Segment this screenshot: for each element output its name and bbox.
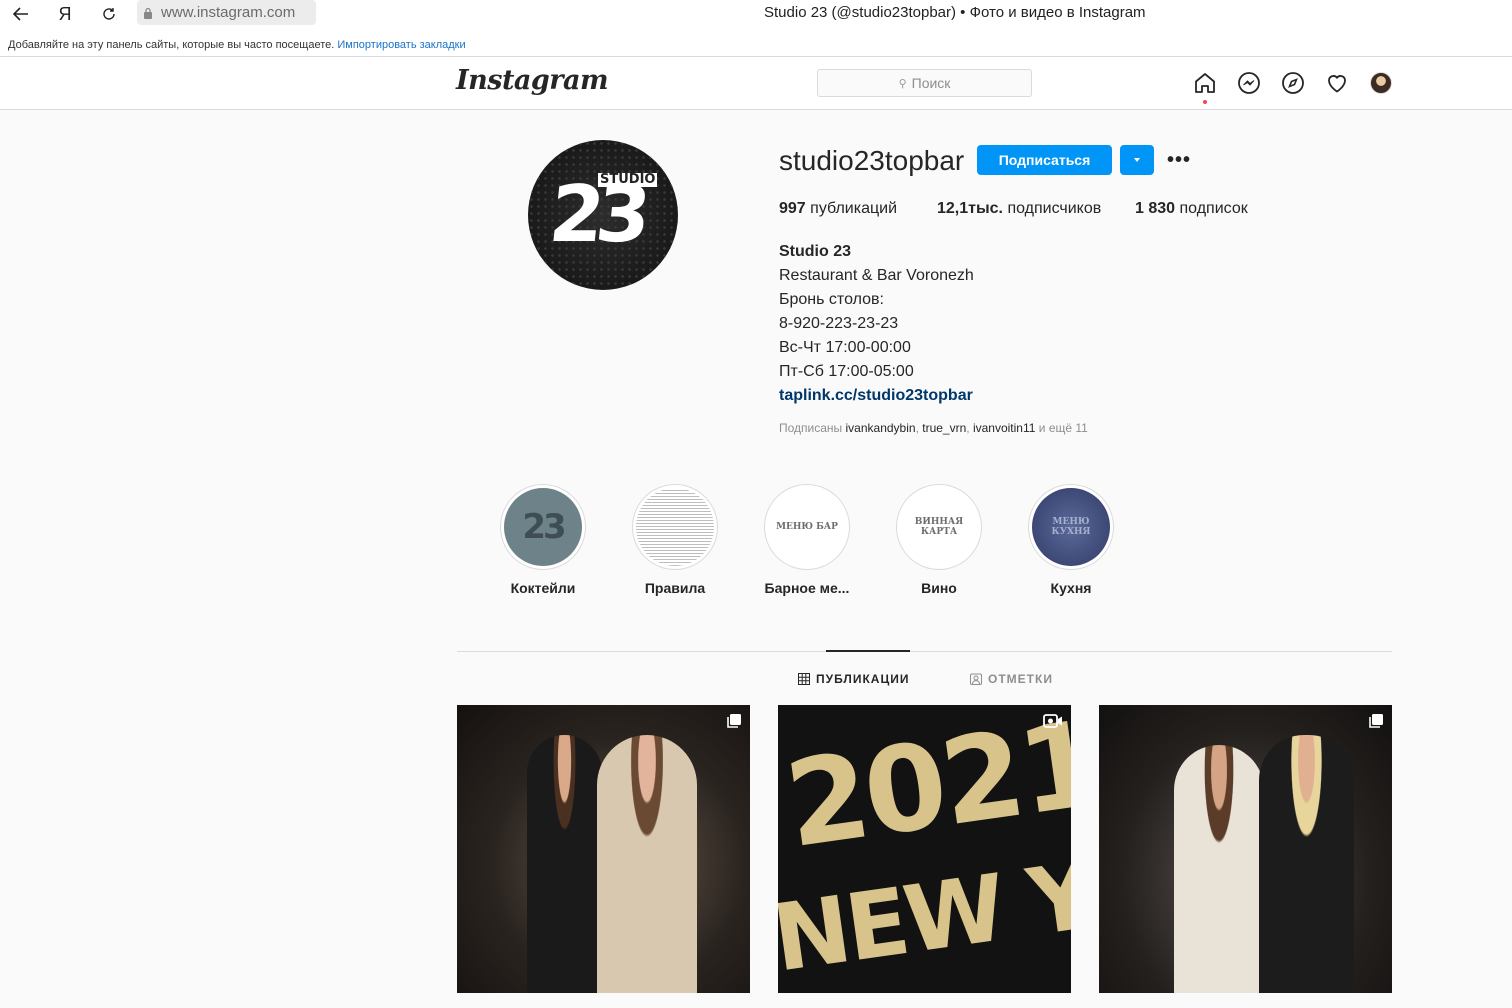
followed-by-user: ivanvoitin11 (972, 421, 1036, 435)
followed-by-suffix: и ещё 11 (1038, 421, 1088, 435)
followed-by-user: true_vrn (922, 421, 967, 435)
tabs-divider (457, 651, 1392, 652)
bio-line: Бронь столов: (779, 291, 884, 308)
user-avatar[interactable] (1370, 72, 1392, 94)
highlight-cover: МЕНЮ КУХНЯ (1032, 488, 1110, 566)
following-value: 1 830 (1135, 200, 1176, 217)
bio-line: 8-920-223-23-23 (779, 315, 899, 332)
yandex-button[interactable]: Я (52, 3, 78, 25)
highlight-cover: ВИННАЯ КАРТА (900, 488, 978, 566)
highlight-label: Правила (644, 580, 706, 596)
highlight-label: Коктейли (510, 580, 576, 596)
bookmarks-bar: Добавляйте на эту панель сайты, которые … (0, 34, 1512, 56)
post-figure (1259, 735, 1354, 993)
following-label: подписок (1179, 200, 1248, 217)
carousel-icon (1369, 714, 1383, 728)
highlight-ring: МЕНЮ КУХНЯ (1028, 484, 1114, 570)
suggestions-dropdown-button[interactable] (1120, 145, 1154, 175)
highlight-ring: ВИННАЯ КАРТА (896, 484, 982, 570)
home-icon[interactable] (1193, 71, 1217, 95)
import-bookmarks-link[interactable]: Импортировать закладки (337, 39, 465, 51)
post-figure (597, 735, 697, 993)
reload-button[interactable] (96, 3, 122, 25)
carousel-icon (727, 714, 741, 728)
followed-by[interactable]: Подписаны ivankandybin, true_vrn, ivanvo… (779, 421, 1088, 435)
tab-label: ПУБЛИКАЦИИ (816, 672, 910, 686)
active-tab-indicator (826, 650, 910, 652)
bio-link[interactable]: taplink.cc/studio23topbar (779, 384, 974, 408)
following-count[interactable]: 1 830 подписок (1135, 200, 1248, 218)
search-icon: ⚲ (898, 77, 907, 90)
highlight-cocktails[interactable]: 23 Коктейли (478, 484, 608, 596)
highlight-cover: 23 (504, 488, 582, 566)
page-title: Studio 23 (@studio23topbar) • Фото и вид… (764, 4, 1146, 21)
posts-count: 997 публикаций (779, 200, 897, 218)
lock-icon (144, 7, 152, 19)
instagram-header: Instagram ⚲ Поиск (0, 56, 1512, 110)
bookmarks-hint: Добавляйте на эту панель сайты, которые … (8, 39, 335, 51)
followers-count[interactable]: 12,1тыс. подписчиков (937, 200, 1101, 218)
profile-username: studio23topbar (779, 145, 965, 176)
post-thumbnail[interactable]: 2021 NEW YEA (778, 705, 1071, 993)
video-icon (1043, 714, 1062, 728)
instagram-logo[interactable]: Instagram (456, 65, 609, 96)
avatar-word: STUDIO (598, 172, 658, 187)
heart-icon[interactable] (1325, 71, 1349, 95)
url-text: www.instagram.com (161, 4, 296, 21)
reload-icon (103, 8, 115, 20)
post-figure (1174, 745, 1264, 993)
notification-dot (1203, 100, 1207, 104)
followers-value: 12,1тыс. (937, 200, 1003, 217)
highlight-label: Барное ме... (764, 580, 850, 596)
grid-icon (798, 673, 810, 685)
bio-name: Studio 23 (779, 243, 852, 260)
highlight-rules[interactable]: Правила (610, 484, 740, 596)
highlight-ring: МЕНЮ БАР (764, 484, 850, 570)
highlight-kitchen[interactable]: МЕНЮ КУХНЯ Кухня (1006, 484, 1136, 596)
tab-tagged[interactable]: ОТМЕТКИ (970, 672, 1053, 686)
highlight-ring: 23 (500, 484, 586, 570)
more-options-icon[interactable]: ••• (1166, 149, 1192, 171)
profile-avatar[interactable]: 23 STUDIO (528, 140, 678, 290)
search-placeholder: Поиск (911, 75, 951, 91)
followed-by-user: ivankandybin (845, 421, 916, 435)
profile-bio: Studio 23 Restaurant & Bar Voronezh Брон… (779, 240, 974, 408)
post-figure (527, 735, 602, 993)
highlight-cover: МЕНЮ БАР (768, 488, 846, 566)
arrow-left-icon (13, 7, 28, 21)
tab-label: ОТМЕТКИ (988, 672, 1053, 686)
explore-icon[interactable] (1281, 71, 1305, 95)
search-input[interactable]: ⚲ Поиск (817, 69, 1032, 97)
post-text: 2021 (778, 705, 1071, 875)
bio-line: Restaurant & Bar Voronezh (779, 267, 974, 284)
highlight-cover (636, 488, 714, 566)
highlight-wine[interactable]: ВИННАЯ КАРТА Вино (874, 484, 1004, 596)
highlight-ring (632, 484, 718, 570)
highlight-label: Вино (921, 580, 957, 596)
chevron-down-icon (1134, 158, 1140, 162)
followers-label: подписчиков (1007, 200, 1102, 217)
post-thumbnail[interactable] (457, 705, 750, 993)
messenger-icon[interactable] (1237, 71, 1261, 95)
address-bar[interactable]: www.instagram.com (137, 0, 316, 25)
bio-line: Вс-Чт 17:00-00:00 (779, 339, 911, 356)
browser-toolbar: Я www.instagram.com Studio 23 (@studio23… (0, 0, 1512, 34)
follow-button[interactable]: Подписаться (977, 145, 1112, 175)
followed-by-prefix: Подписаны (779, 421, 843, 435)
highlight-label: Кухня (1050, 580, 1092, 596)
back-button[interactable] (8, 3, 34, 25)
posts-value: 997 (779, 200, 806, 217)
tagged-icon (970, 673, 982, 685)
bio-line: Пт-Сб 17:00-05:00 (779, 363, 914, 380)
posts-label: публикаций (810, 200, 898, 217)
tab-posts[interactable]: ПУБЛИКАЦИИ (798, 672, 909, 686)
post-thumbnail[interactable] (1099, 705, 1392, 993)
highlight-bar-menu[interactable]: МЕНЮ БАР Барное ме... (742, 484, 872, 596)
